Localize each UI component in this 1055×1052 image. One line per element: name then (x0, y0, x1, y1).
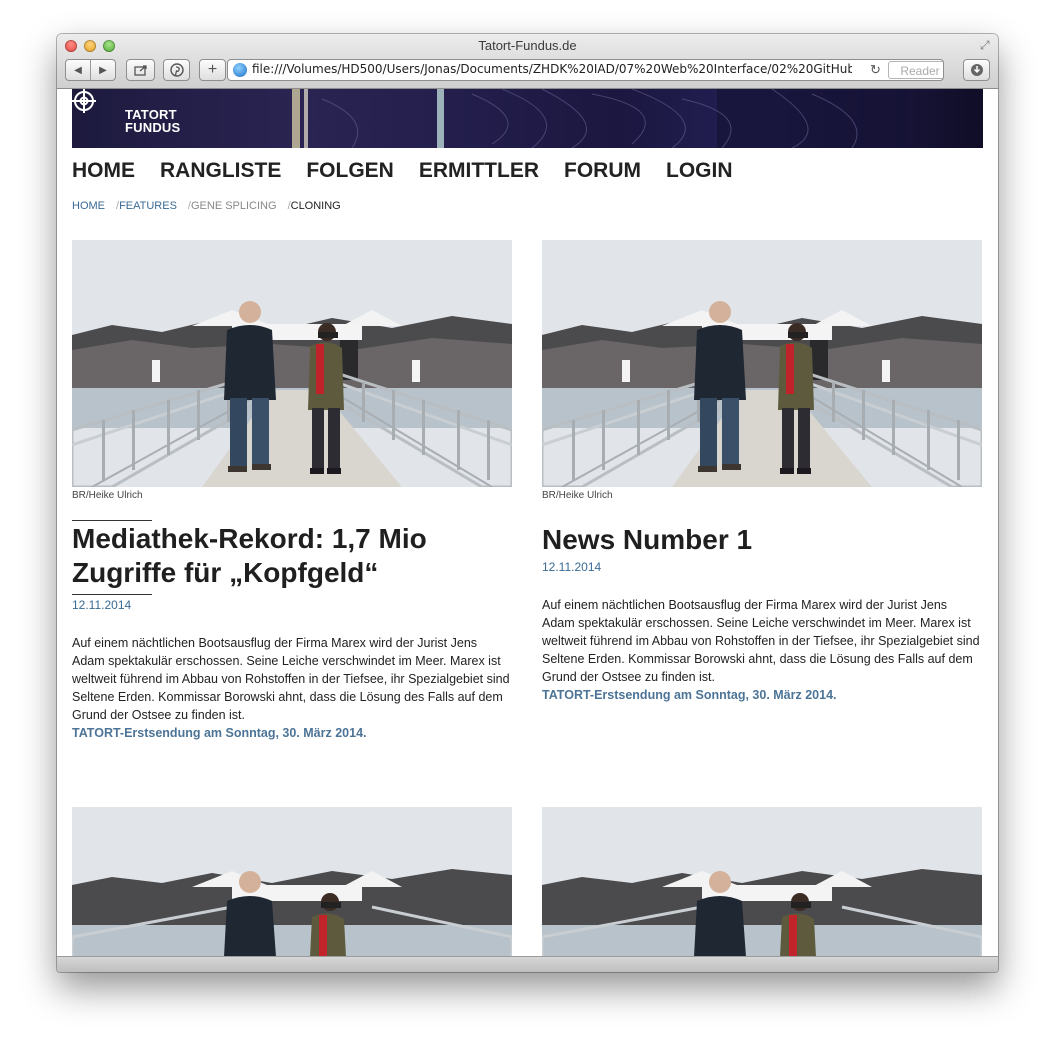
photo-image (542, 240, 982, 487)
breadcrumb-home[interactable]: HOME (72, 200, 105, 212)
back-arrow-icon[interactable]: ◀ (66, 65, 90, 76)
article-photo[interactable] (72, 807, 512, 956)
headline-rule (72, 520, 152, 521)
plus-icon: + (207, 61, 218, 78)
breadcrumb-current: CLONING (290, 200, 341, 212)
article-headline[interactable]: News Number 1 (542, 523, 982, 557)
logo-crosshair-icon[interactable] (72, 89, 96, 113)
article-body: Auf einem nächtlichen Bootsausflug der F… (72, 636, 510, 722)
back-forward-buttons: ◀ ▶ (65, 59, 116, 81)
status-bar (57, 956, 998, 972)
article-card: BR/Heike Ulrich News Number 1 12.11.2014… (542, 240, 982, 704)
nav-folgen[interactable]: FOLGEN (306, 159, 394, 183)
reader-button[interactable]: Reader (888, 61, 943, 79)
nav-ermittler[interactable]: ERMITTLER (419, 159, 539, 183)
article-cta-link[interactable]: TATORT-Erstsendung am Sonntag, 30. März … (542, 686, 982, 704)
pinterest-button[interactable] (163, 59, 190, 81)
photo-credit: BR/Heike Ulrich (542, 490, 613, 501)
reload-icon[interactable]: ↻ (870, 62, 881, 78)
article-date: 12.11.2014 (542, 560, 602, 574)
nav-home[interactable]: HOME (72, 159, 135, 183)
article-headline[interactable]: Mediathek-Rekord: 1,7 Mio Zugriffe für „… (72, 522, 492, 590)
forward-arrow-icon[interactable]: ▶ (91, 65, 115, 76)
share-icon (133, 65, 147, 76)
page-viewport: TATORT FUNDUS HOME RANGLISTE FOLGEN ERMI… (57, 89, 998, 956)
browser-window: Tatort-Fundus.de ⤢ ◀ ▶ + file:///Volumes… (57, 34, 998, 972)
share-button[interactable] (126, 59, 155, 81)
fullscreen-icon[interactable]: ⤢ (980, 39, 992, 51)
pinterest-icon (169, 63, 184, 77)
nav-rangliste[interactable]: RANGLISTE (160, 159, 281, 183)
add-bookmark-button[interactable]: + (199, 59, 226, 81)
article-body: Auf einem nächtlichen Bootsausflug der F… (542, 598, 980, 684)
article-cta-link[interactable]: TATORT-Erstsendung am Sonntag, 30. März … (72, 724, 512, 742)
browser-toolbar: Tatort-Fundus.de ⤢ ◀ ▶ + file:///Volumes… (57, 34, 998, 89)
main-navigation: HOME RANGLISTE FOLGEN ERMITTLER FORUM LO… (72, 159, 758, 183)
breadcrumb-gene-splicing[interactable]: GENE SPLICING (191, 200, 277, 212)
globe-icon (233, 63, 247, 77)
site-banner: TATORT FUNDUS (72, 89, 983, 148)
window-title: Tatort-Fundus.de (478, 38, 577, 53)
breadcrumb: HOME/FEATURES/GENE SPLICING/CLONING (72, 200, 341, 212)
nav-login[interactable]: LOGIN (666, 159, 733, 183)
photo-credit: BR/Heike Ulrich (72, 490, 143, 501)
article-photo[interactable] (542, 807, 982, 956)
address-bar[interactable]: file:///Volumes/HD500/Users/Jonas/Docume… (227, 59, 944, 81)
photo-image (72, 240, 512, 487)
article-card: BR/Heike Ulrich Mediathek-Rekord: 1,7 Mi… (72, 240, 512, 742)
banner-pattern (292, 89, 907, 148)
downloads-button[interactable] (963, 59, 990, 81)
article-date: 12.11.2014 (72, 598, 132, 612)
photo-image (542, 807, 982, 956)
breadcrumb-features[interactable]: FEATURES (119, 200, 177, 212)
photo-image (72, 807, 512, 956)
site-logo[interactable]: TATORT FUNDUS (125, 108, 180, 134)
download-icon (970, 64, 983, 76)
address-text[interactable]: file:///Volumes/HD500/Users/Jonas/Docume… (252, 62, 852, 76)
logo-line2: FUNDUS (125, 120, 181, 135)
nav-forum[interactable]: FORUM (564, 159, 641, 183)
date-rule (72, 594, 152, 595)
article-photo[interactable] (72, 240, 512, 487)
article-photo[interactable] (542, 240, 982, 487)
